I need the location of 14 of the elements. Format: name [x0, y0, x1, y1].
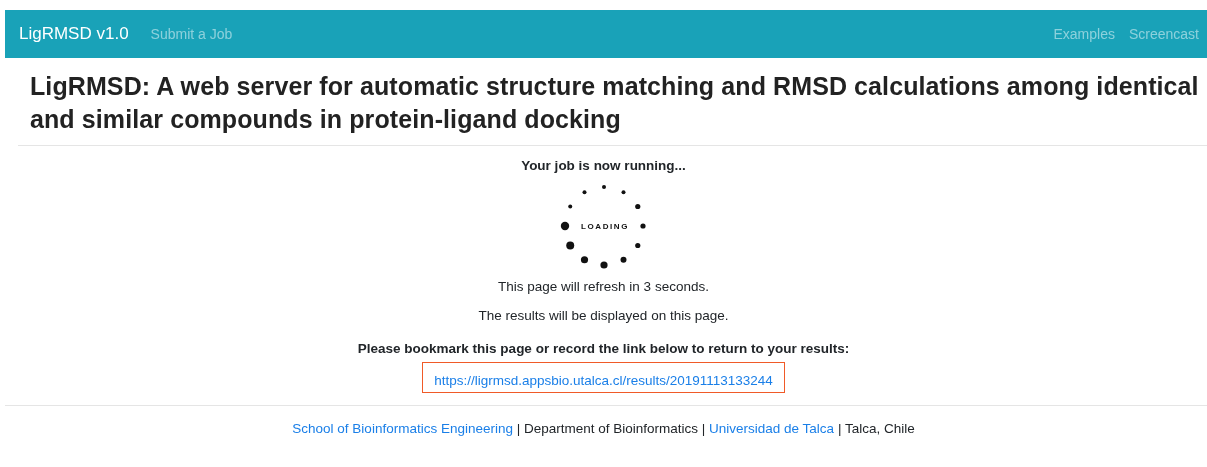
bookmark-note: Please bookmark this page or record the link below to return to your results: [357, 341, 850, 356]
brand-link[interactable]: LigRMSD v1.0 [19, 24, 129, 44]
nav-link[interactable]: Submit a Job [150, 26, 233, 42]
footer-text: School of Bioinformatics Engineering | Department of Bioinformatics | Universidad de Talca | Talca, Chile [291, 421, 916, 436]
status-heading: Your job is now running... [521, 158, 686, 173]
loading-label: LOADING [580, 222, 629, 231]
page-title: LigRMSD: A web server for automatic structure matching and RMSD calculations among identical and similar compounds in protein-ligand docking [30, 71, 1200, 135]
nav-link[interactable]: Examples [1053, 26, 1115, 42]
footer-link[interactable]: School of Bioinformatics Engineering [292, 421, 513, 436]
footer-link[interactable]: Universidad de Talca [709, 421, 835, 436]
status-message: This page will refresh in 3 seconds. [498, 279, 709, 294]
result-link[interactable]: https://ligrmsd.appsbio.utalca.cl/results/20191113133244 [434, 373, 773, 388]
status-message: The results will be displayed on this page. [478, 308, 729, 323]
nav-link[interactable]: Screencast [1128, 26, 1199, 42]
